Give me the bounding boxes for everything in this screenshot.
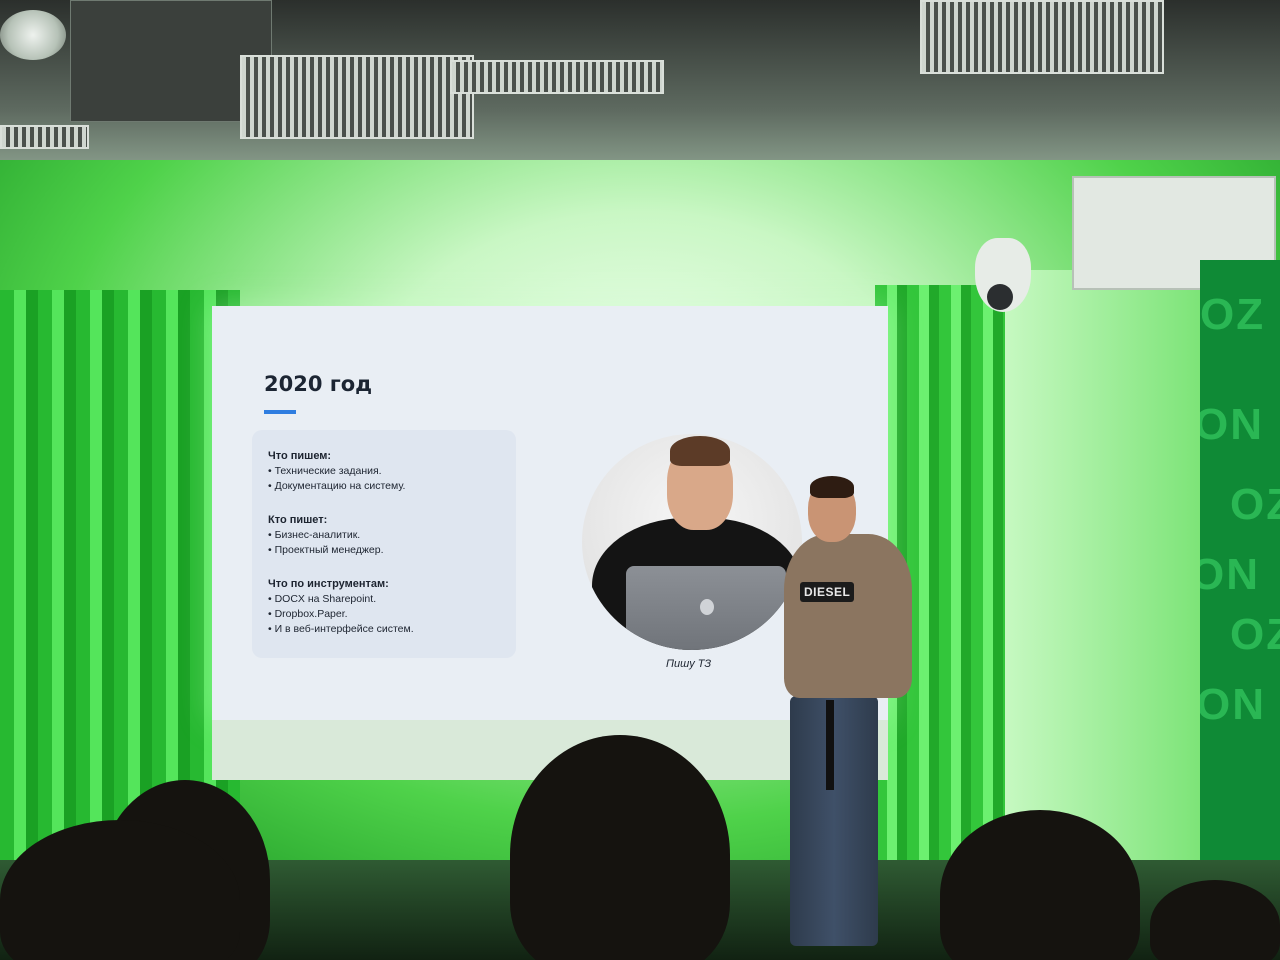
presenter-hair — [810, 476, 854, 498]
photo-hair — [670, 436, 730, 466]
ceiling-vent — [920, 0, 1164, 74]
section-what: Что пишем: Технические задания. Документ… — [268, 450, 405, 495]
list-item: Проектный менеджер. — [268, 544, 384, 556]
brand-text: OZ — [1200, 290, 1266, 339]
list-item: Dropbox.Paper. — [268, 608, 414, 620]
presenter: DIESEL — [760, 470, 930, 960]
brand-text: ON — [1200, 550, 1260, 599]
brand-text: OZ — [1230, 480, 1280, 529]
list-item: Бизнес-аналитик. — [268, 529, 384, 541]
info-card: Что пишем: Технические задания. Документ… — [252, 430, 516, 658]
conference-photo: OZ ON OZ ON OZ ON 2020 год Что пишем: Те… — [0, 0, 1280, 960]
list-item: Документацию на систему. — [268, 480, 406, 492]
section-heading: Кто пишет: — [268, 514, 328, 526]
brand-text: ON — [1200, 400, 1264, 449]
brand-text: OZ — [1230, 610, 1280, 659]
brand-text: ON — [1200, 680, 1266, 729]
sweater-logo-text: DIESEL — [804, 585, 851, 599]
title-underline — [264, 410, 296, 414]
audience-head — [510, 735, 730, 960]
lanyard — [826, 700, 834, 790]
list-item: Технические задания. — [268, 465, 405, 477]
section-heading: Что по инструментам: — [268, 578, 389, 590]
audience-head — [1150, 880, 1280, 960]
brand-wall: OZ ON OZ ON OZ ON — [1200, 260, 1280, 960]
apple-logo-icon — [700, 599, 714, 615]
ceiling-vent — [450, 60, 664, 94]
photo-caption: Пишу ТЗ — [666, 658, 712, 670]
ceiling-vent — [240, 55, 474, 139]
list-item: DOCX на Sharepoint. — [268, 593, 414, 605]
list-item: И в веб-интерфейсе систем. — [268, 623, 414, 635]
section-tools: Что по инструментам: DOCX на Sharepoint.… — [268, 578, 414, 638]
slide-title: 2020 год — [264, 372, 373, 396]
presenter-jeans — [790, 696, 878, 946]
presenter-sweater — [784, 534, 912, 698]
section-who: Кто пишет: Бизнес-аналитик. Проектный ме… — [268, 514, 384, 559]
ceiling-vent — [0, 125, 89, 149]
section-heading: Что пишем: — [268, 450, 332, 462]
camera-lens — [987, 284, 1013, 310]
ceiling-diffuser — [0, 10, 66, 60]
